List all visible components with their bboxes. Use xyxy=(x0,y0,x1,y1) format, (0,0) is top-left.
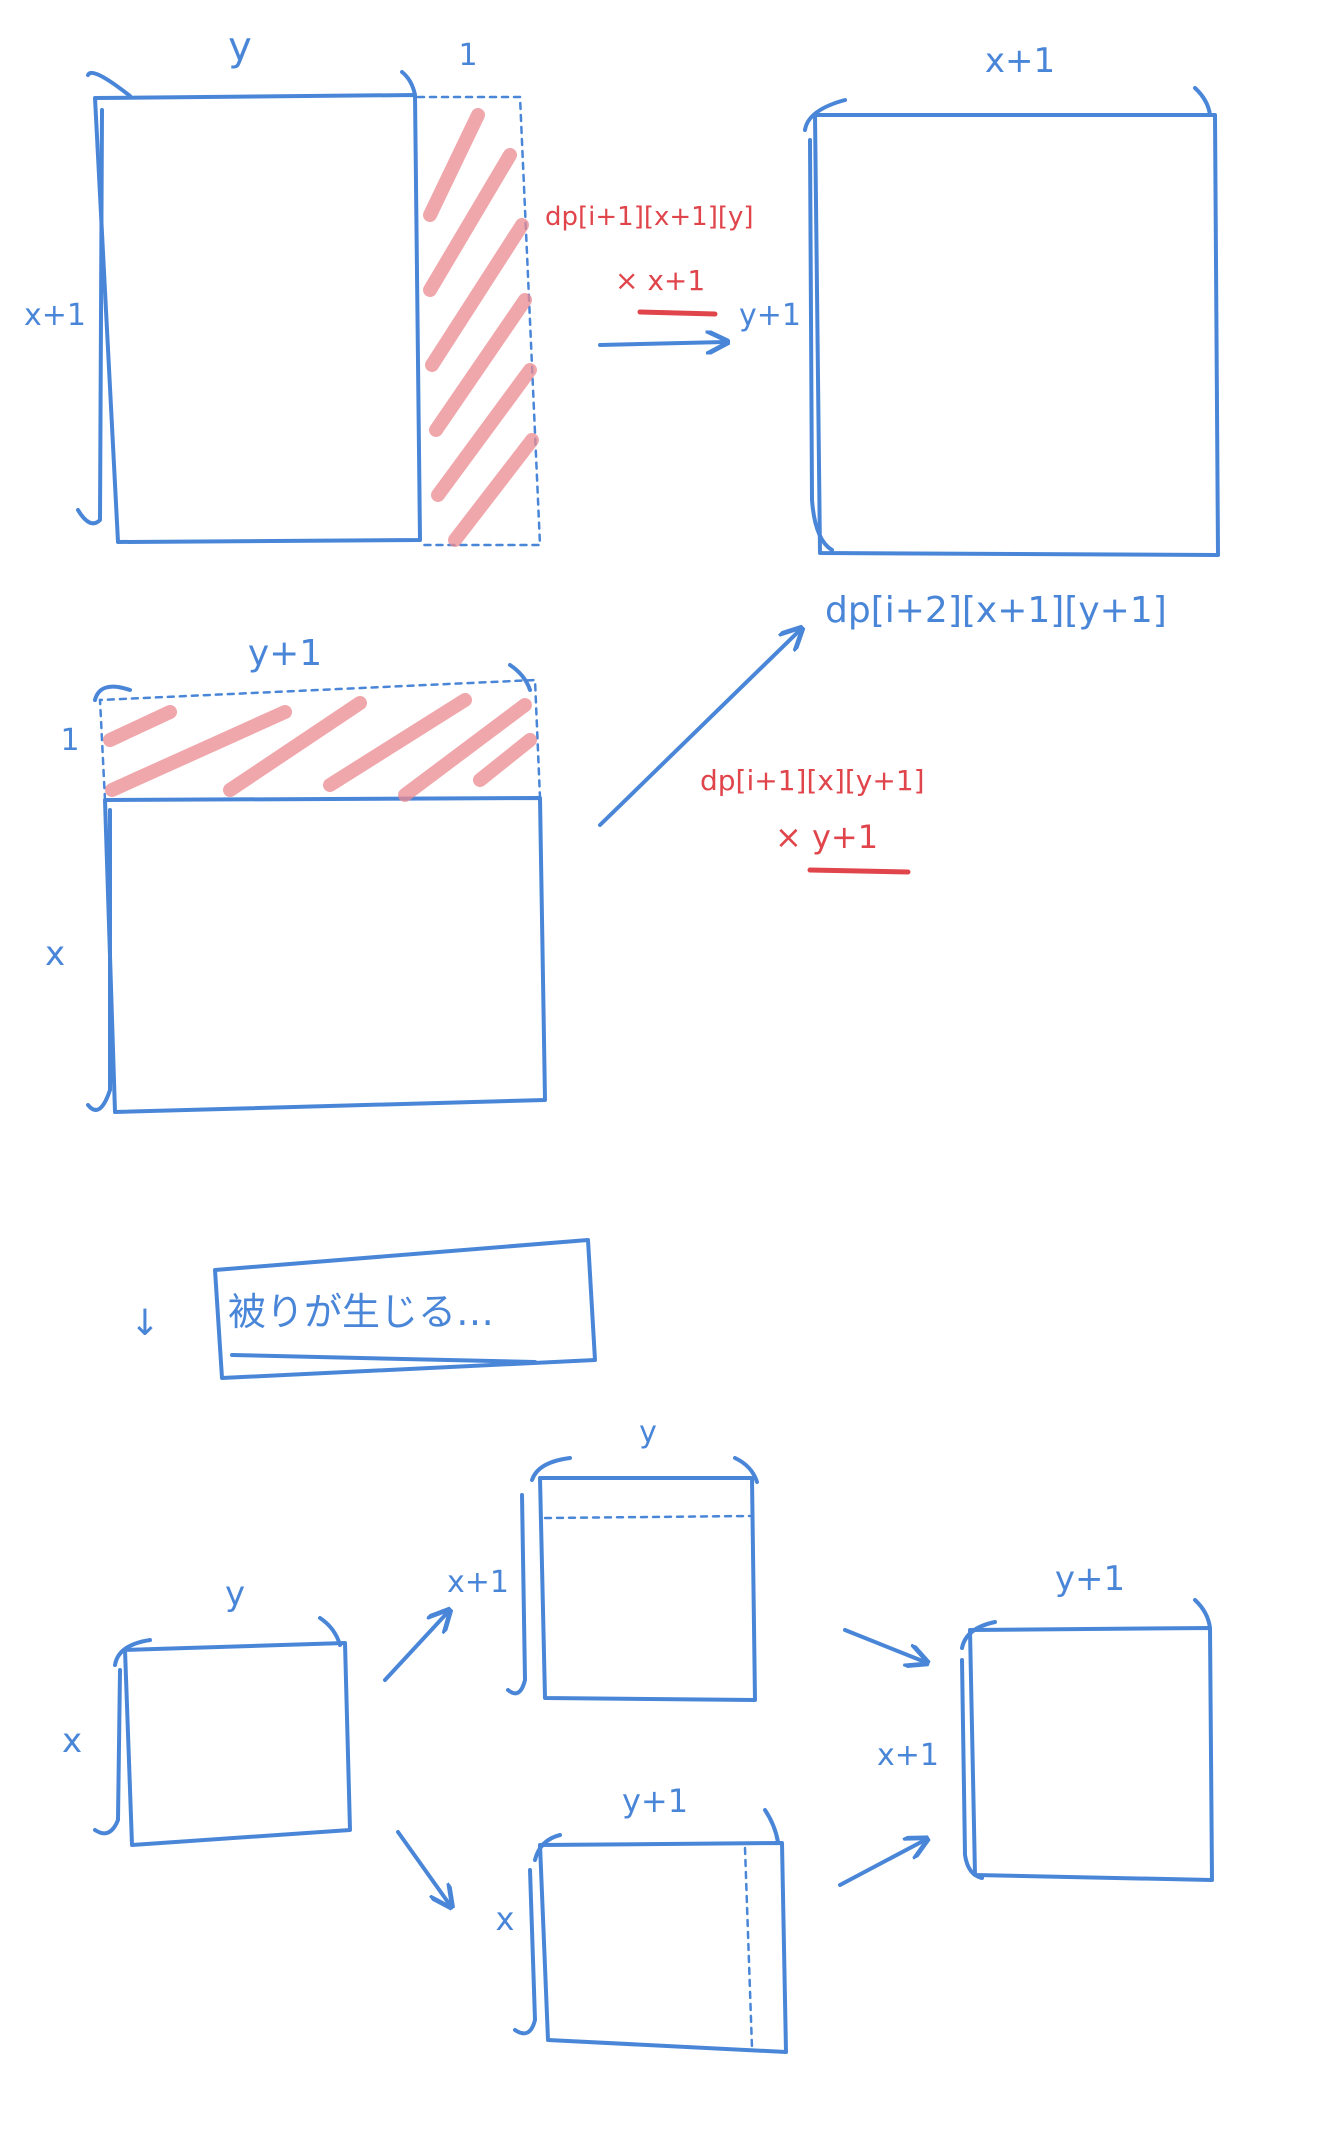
hatched-strip-top xyxy=(98,678,542,802)
bottom-lower-side-brace xyxy=(513,1868,537,2036)
top-left-diagram: y x+1 1 xyxy=(24,24,542,547)
top-left-side-label: x+1 xyxy=(24,298,86,333)
top-left-brace-right xyxy=(400,70,417,97)
transition-1-multiplier: × x+1 xyxy=(615,264,705,297)
bottom-upper: y x+1 xyxy=(447,1415,759,1702)
middle-brace-right xyxy=(508,663,532,692)
middle-side-label: x xyxy=(45,934,65,974)
sketch-canvas: y x+1 1 dp[i+1][x+1][y] × x+1 x+1 y+1 dp… xyxy=(24,24,1220,2054)
bottom-arrow-merge-lower xyxy=(838,1840,925,1887)
bottom-final-top-label: y+1 xyxy=(1055,1559,1125,1599)
bottom-final: y+1 x+1 xyxy=(877,1559,1214,1882)
top-left-rect xyxy=(93,93,422,544)
note-text: 被りが生じる… xyxy=(228,1290,494,1334)
bottom-lower-top-label: y+1 xyxy=(622,1782,688,1820)
transition-1-formula: dp[i+1][x+1][y] xyxy=(545,202,754,232)
top-right-side-label: y+1 xyxy=(739,298,801,333)
transition-1-arrow xyxy=(598,342,725,345)
bottom-final-brace-left xyxy=(960,1620,997,1650)
transition-1: dp[i+1][x+1][y] × x+1 xyxy=(545,202,754,345)
note-arrow: ↓ xyxy=(130,1303,160,1344)
hatched-strip-height-label: 1 xyxy=(60,723,79,758)
bottom-lower-side-label: x xyxy=(496,1900,515,1938)
bottom-start-side-brace xyxy=(93,1668,122,1836)
note: ↓ 被りが生じる… xyxy=(130,1238,597,1380)
bottom-arrow-down xyxy=(396,1830,450,1905)
note-underline xyxy=(230,1353,537,1364)
hatched-strip-right xyxy=(416,95,542,547)
transition-2-underline xyxy=(807,867,911,875)
bottom-start-side-label: x xyxy=(62,1721,82,1761)
transition-2-multiplier: × y+1 xyxy=(775,818,878,856)
bottom-start-brace-left xyxy=(113,1638,152,1667)
bottom-start-rect xyxy=(123,1641,352,1847)
bottom-upper-side-brace xyxy=(506,1493,527,1696)
bottom-upper-side-label: x+1 xyxy=(447,1565,509,1600)
bottom-upper-rect xyxy=(538,1476,757,1702)
bottom-arrow-up xyxy=(383,1612,448,1682)
bottom-final-rect xyxy=(968,1626,1214,1882)
top-right-top-label: x+1 xyxy=(985,41,1055,81)
top-right-diagram: x+1 y+1 dp[i+2][x+1][y+1] xyxy=(739,41,1220,631)
top-right-brace-right xyxy=(1193,86,1212,117)
transition-1-underline xyxy=(637,309,718,317)
bottom-final-brace-right xyxy=(1193,1598,1212,1630)
transition-2-formula: dp[i+1][x][y+1] xyxy=(700,764,925,797)
middle-rect xyxy=(103,796,547,1114)
top-right-formula: dp[i+2][x+1][y+1] xyxy=(825,590,1167,631)
top-left-top-label: y xyxy=(228,24,252,70)
transition-2: dp[i+1][x][y+1] × y+1 xyxy=(598,630,925,875)
top-right-rect xyxy=(813,113,1220,557)
bottom-upper-top-label: y xyxy=(639,1415,657,1450)
middle-diagram: y+1 x 1 xyxy=(45,633,547,1114)
bottom-lower-brace-right xyxy=(763,1808,780,1844)
bottom-start-top-label: y xyxy=(225,1574,245,1614)
middle-top-label: y+1 xyxy=(248,633,322,674)
top-left-brace-left xyxy=(86,70,132,98)
bottom-final-side-label: x+1 xyxy=(877,1738,939,1773)
bottom-upper-dashed-line xyxy=(543,1514,752,1520)
bottom-start-brace-right xyxy=(318,1616,342,1647)
bottom-arrow-merge-upper xyxy=(843,1628,925,1662)
bottom-lower: y+1 x xyxy=(496,1782,788,2054)
bottom-start: y x xyxy=(62,1574,352,1847)
bottom-lower-dashed-line xyxy=(743,1846,754,2050)
strip-width-label: 1 xyxy=(458,38,477,73)
